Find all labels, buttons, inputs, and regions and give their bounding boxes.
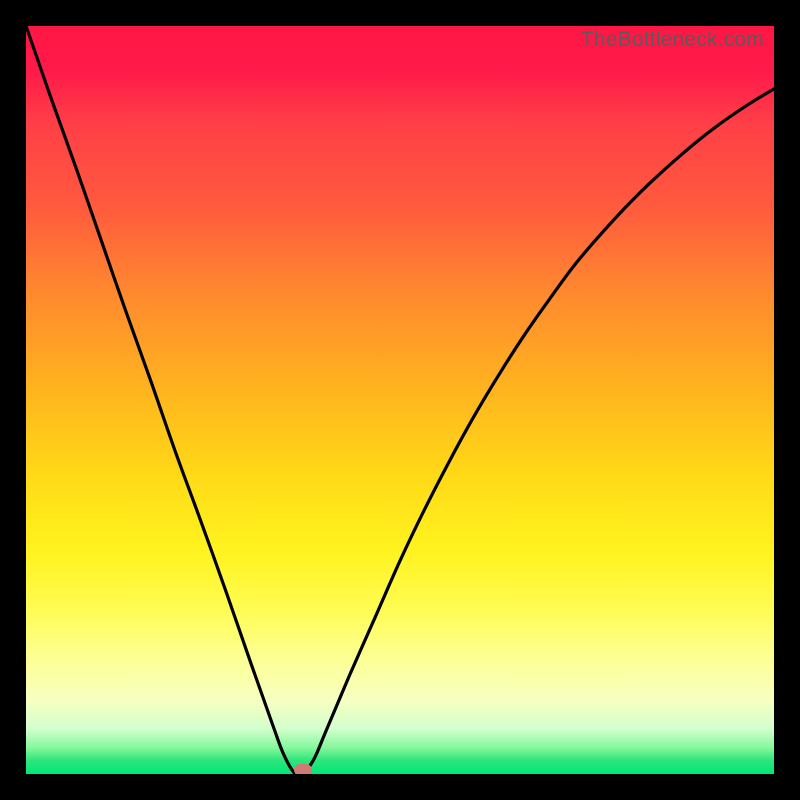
optimal-marker [294,764,312,774]
chart-plot-area: TheBottleneck.com [26,26,774,774]
watermark-text: TheBottleneck.com [581,28,764,52]
curve-svg [26,26,774,774]
bottleneck-curve [26,26,774,774]
